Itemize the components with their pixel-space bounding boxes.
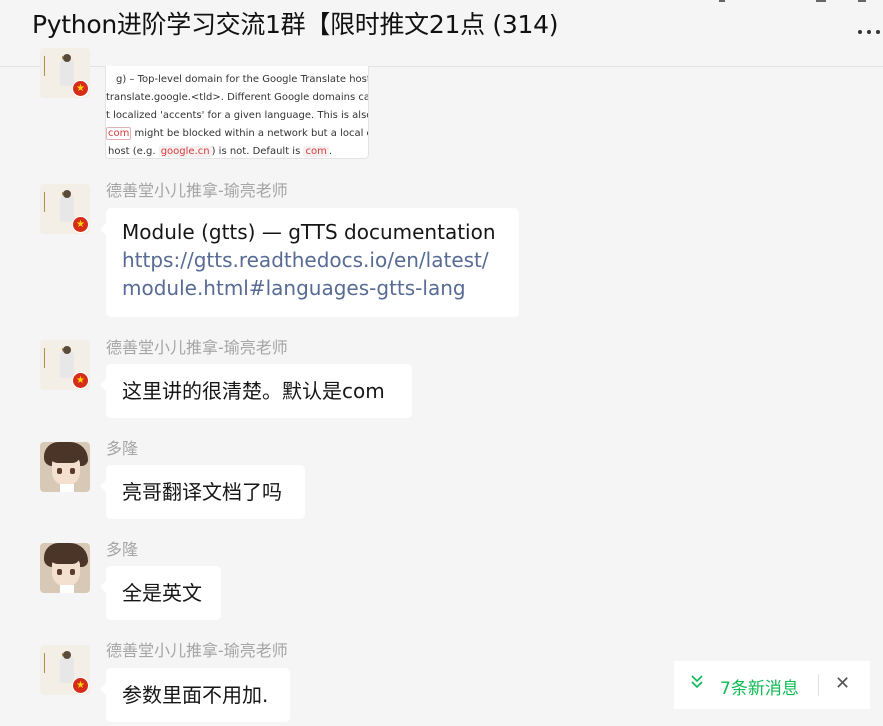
avatar[interactable]: ★ — [40, 48, 90, 98]
window-control-fragment — [816, 0, 826, 2]
link-url[interactable]: https://gtts.readthedocs.io/en/latest/ — [122, 246, 503, 274]
message-text: 参数里面不用加. — [122, 683, 269, 707]
chat-header: Python进阶学习交流1群【限时推文21点 (314) — [0, 0, 883, 67]
flag-badge-icon: ★ — [72, 216, 89, 233]
new-messages-label[interactable]: 7条新消息 — [720, 674, 799, 699]
avatar[interactable] — [40, 442, 90, 492]
image-text-line: t localized 'accents' for a given langua… — [106, 110, 369, 121]
message-text: 全是英文 — [122, 581, 202, 605]
new-messages-notice[interactable]: 7条新消息 ✕ — [674, 661, 870, 709]
sender-name: 多隆 — [106, 540, 139, 559]
double-chevron-down-icon — [690, 674, 704, 693]
chat-title: Python进阶学习交流1群【限时推文21点 (314) — [32, 10, 559, 39]
window-control-fragment — [719, 0, 725, 2]
image-text: ) is not. Default is — [211, 146, 304, 157]
flag-badge-icon: ★ — [72, 80, 89, 97]
sender-name: 德善堂小儿推拿-瑜亮老师 — [106, 181, 288, 200]
divider — [818, 674, 819, 696]
code-token: google.cn — [158, 146, 212, 157]
window-control-fragment — [858, 0, 866, 2]
message-bubble[interactable]: 参数里面不用加. — [100, 668, 290, 722]
message-bubble[interactable]: 这里讲的很清楚。默认是com — [100, 364, 412, 418]
sender-name: 德善堂小儿推拿-瑜亮老师 — [106, 641, 288, 660]
avatar[interactable]: ★ — [40, 340, 90, 390]
code-token: com — [106, 127, 132, 140]
message-text: 这里讲的很清楚。默认是com — [122, 379, 385, 403]
close-icon[interactable]: ✕ — [835, 673, 850, 694]
image-text-line: com might be blocked within a network bu… — [106, 127, 369, 140]
avatar[interactable] — [40, 543, 90, 593]
code-token: com — [303, 146, 329, 157]
image-text: host (e.g. — [108, 146, 159, 157]
avatar[interactable]: ★ — [40, 184, 90, 234]
image-text-line: translate.google.<tld>. Different Google… — [106, 92, 369, 103]
screenshot-image[interactable]: g) – Top-level domain for the Google Tra… — [105, 66, 369, 159]
sender-name: 德善堂小儿推拿-瑜亮老师 — [106, 338, 288, 357]
message-bubble[interactable]: 亮哥翻译文档了吗 — [100, 465, 305, 519]
image-text-line: host (e.g. google.cn) is not. Default is… — [108, 146, 332, 157]
image-text: . — [328, 146, 333, 157]
avatar[interactable]: ★ — [40, 645, 90, 695]
link-message-bubble[interactable]: Module (gtts) — gTTS documentation https… — [100, 208, 519, 317]
message-text: 亮哥翻译文档了吗 — [122, 480, 282, 504]
link-title: Module (gtts) — gTTS documentation — [122, 220, 496, 244]
image-text: might be blocked within a network but a … — [131, 128, 369, 139]
message-bubble[interactable]: 全是英文 — [100, 566, 221, 620]
more-dots-icon[interactable] — [857, 26, 883, 40]
flag-badge-icon: ★ — [72, 677, 89, 694]
flag-badge-icon: ★ — [72, 372, 89, 389]
sender-name: 多隆 — [106, 439, 139, 458]
link-url[interactable]: module.html#languages-gtts-lang — [122, 274, 503, 302]
image-text-line: g) – Top-level domain for the Google Tra… — [116, 74, 369, 85]
